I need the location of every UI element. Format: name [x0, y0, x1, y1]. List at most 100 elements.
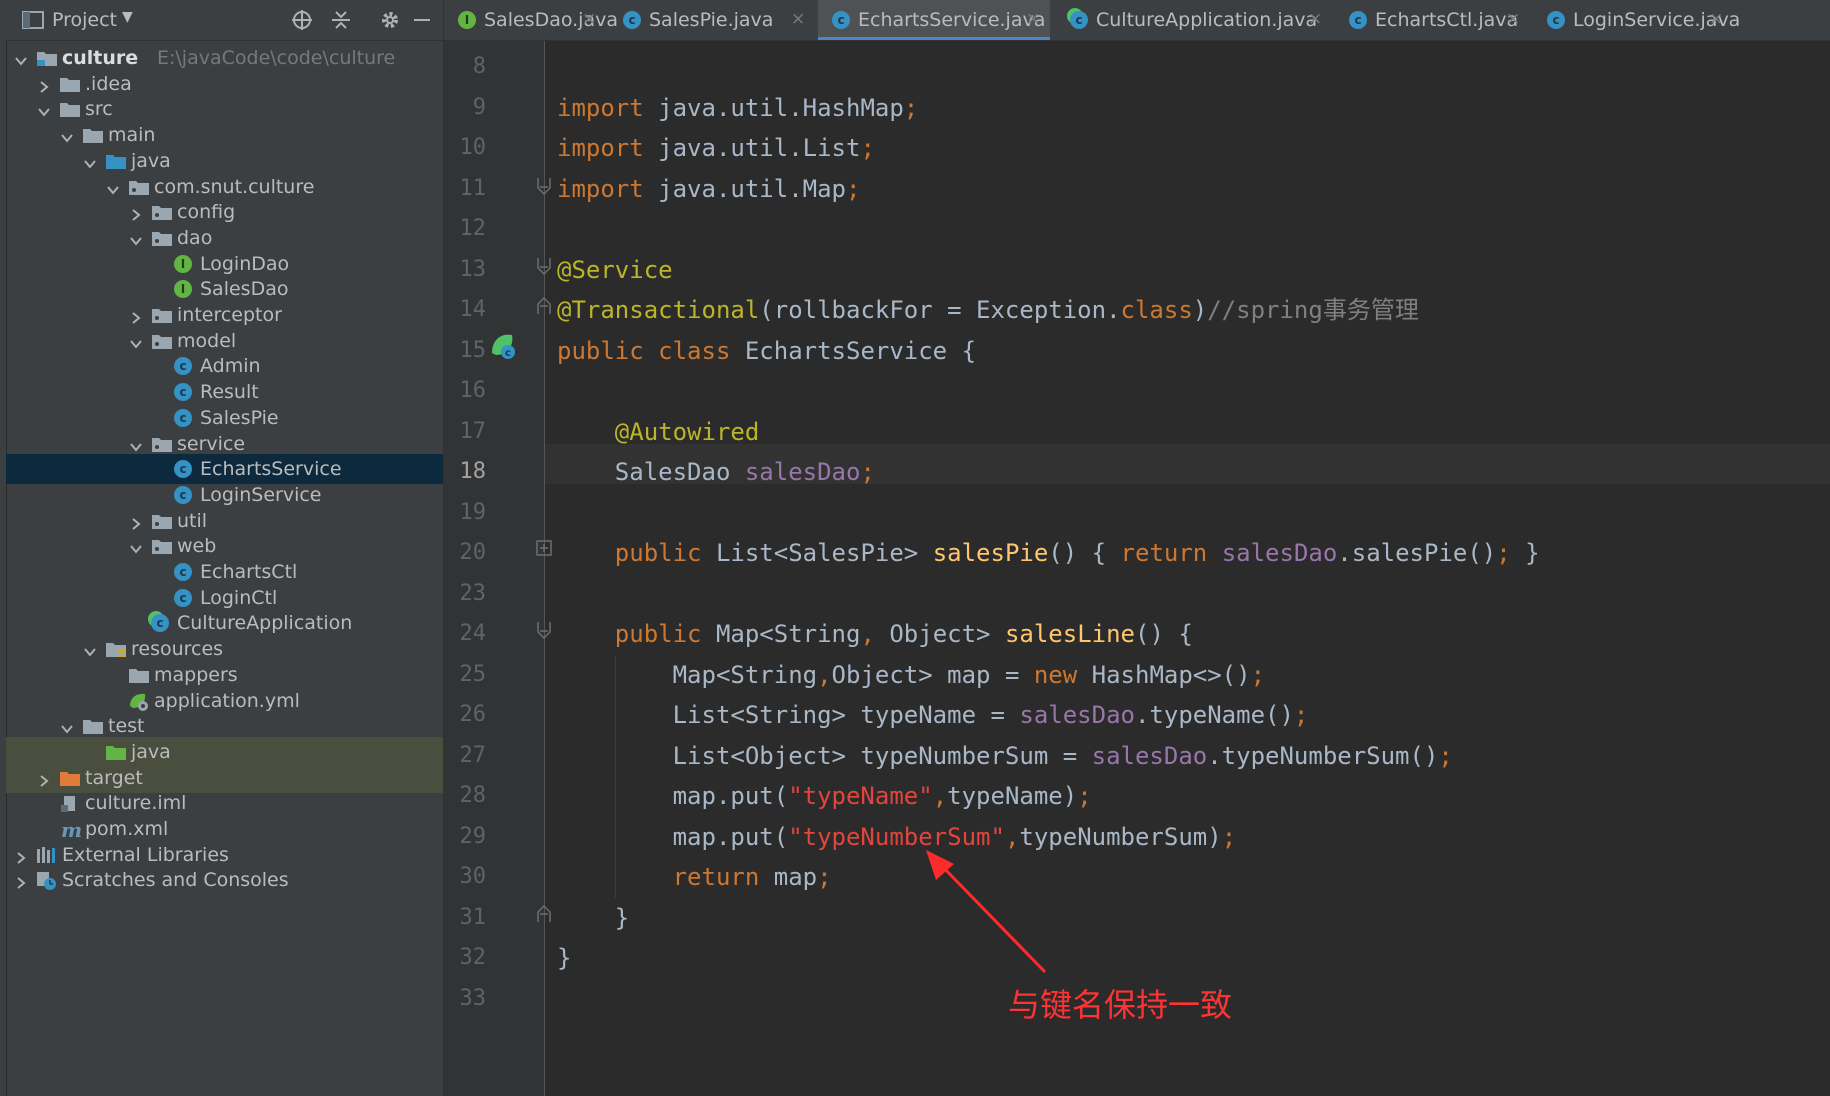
code-line[interactable]: SalesDao salesDao;: [557, 457, 875, 487]
editor-tab[interactable]: c EchartsCtl.java ×: [1335, 0, 1530, 40]
close-tab-icon[interactable]: ×: [1709, 9, 1723, 29]
line-number: 11: [459, 175, 487, 201]
close-tab-icon[interactable]: ×: [1026, 9, 1040, 29]
code-token: @Autowired: [614, 417, 760, 446]
chevron-right-icon[interactable]: [14, 848, 28, 864]
code-line[interactable]: }: [557, 903, 629, 933]
fold-marker-icon[interactable]: [536, 296, 552, 316]
code-token: Map<String: [715, 620, 861, 648]
class-icon: c: [174, 485, 192, 504]
fold-marker-icon[interactable]: [536, 620, 552, 640]
fold-marker-icon[interactable]: [536, 256, 552, 276]
folder-icon: [59, 100, 80, 118]
line-number: 15: [459, 337, 487, 363]
chevron-down-icon[interactable]: [60, 719, 74, 734]
chevron-down-icon[interactable]: [83, 642, 97, 657]
gear-icon[interactable]: [378, 8, 402, 32]
package-icon: [151, 203, 172, 221]
code-line[interactable]: }: [557, 943, 571, 973]
locate-file-icon[interactable]: [290, 8, 314, 32]
chevron-down-icon[interactable]: [14, 51, 28, 66]
code-line[interactable]: List<Object> typeNumberSum = salesDao.ty…: [557, 741, 1453, 771]
package-icon: [151, 229, 172, 247]
line-number: 20: [459, 540, 487, 565]
code-token: import: [557, 134, 659, 162]
class-icon: c: [174, 563, 192, 581]
close-tab-icon[interactable]: ×: [791, 9, 805, 29]
chevron-right-icon[interactable]: [37, 771, 51, 787]
code-line[interactable]: import java.util.List;: [557, 133, 875, 163]
tree-item-label: dao: [177, 226, 213, 249]
line-number: 27: [459, 742, 487, 768]
code-token: map.put(: [557, 822, 789, 851]
code-line[interactable]: map.put("typeName",typeName);: [557, 781, 1092, 811]
chevron-down-icon[interactable]: [129, 539, 143, 554]
code-line[interactable]: import java.util.Map;: [557, 174, 860, 204]
chevron-right-icon[interactable]: [14, 873, 28, 890]
code-token: typeName): [947, 782, 1078, 810]
code-token: ,: [860, 620, 890, 648]
line-number: 10: [459, 135, 487, 160]
code-line[interactable]: @Service: [557, 255, 673, 285]
fold-marker-icon[interactable]: [536, 176, 552, 196]
project-tool-window: Project ▼ culture E:\javaCode\code\cultur…: [0, 0, 444, 1096]
code-line[interactable]: public class EchartsService {: [557, 336, 976, 366]
chevron-down-icon[interactable]: [106, 180, 120, 195]
code-line[interactable]: map.put("typeNumberSum",typeNumberSum);: [557, 822, 1237, 852]
code-token: HashMap<>(): [1091, 660, 1251, 689]
spring-bean-gutter-icon[interactable]: c: [488, 331, 518, 361]
editor-tab[interactable]: c CultureApplication.java ×: [1056, 0, 1332, 40]
chevron-down-icon[interactable]: [129, 231, 143, 246]
chevron-down-icon[interactable]: [37, 102, 51, 117]
code-token: @Service: [557, 255, 673, 284]
chevron-down-icon[interactable]: [129, 334, 143, 349]
code-line[interactable]: Map<String,Object> map = new HashMap<>()…: [557, 660, 1265, 690]
chevron-down-icon[interactable]: [60, 128, 74, 143]
editor-tab[interactable]: c EchartsService.java ×: [818, 0, 1050, 40]
editor-tab[interactable]: c SalesPie.java ×: [609, 0, 815, 40]
chevron-down-icon[interactable]: [83, 154, 97, 169]
view-dropdown-icon[interactable]: ▼: [122, 9, 133, 25]
code-token: typeNumberSum): [1019, 822, 1222, 851]
chevron-right-icon[interactable]: [129, 308, 143, 324]
project-panel-title[interactable]: Project: [52, 9, 117, 31]
code-token: .typeNumberSum(): [1207, 741, 1439, 770]
line-number: 30: [459, 864, 487, 889]
tree-item[interactable]: Scratches and Consoles: [6, 865, 443, 895]
editor-tab[interactable]: I SalesDao.java ×: [444, 0, 618, 40]
chevron-down-icon[interactable]: [129, 437, 143, 452]
interface-icon: I: [174, 280, 192, 299]
chevron-right-icon[interactable]: [37, 77, 51, 93]
code-token: import: [557, 174, 659, 203]
hide-panel-icon[interactable]: [410, 8, 434, 32]
code-token: List<SalesPie>: [715, 539, 933, 567]
code-token: Object>: [889, 620, 1005, 648]
tree-item-label: LoginDao: [200, 252, 290, 275]
chevron-right-icon[interactable]: [129, 514, 143, 530]
fold-marker-icon[interactable]: [536, 904, 552, 924]
code-token: java.util.Map: [658, 174, 846, 203]
expand-fold-icon[interactable]: [536, 540, 552, 556]
chevron-right-icon[interactable]: [129, 205, 143, 221]
code-line[interactable]: @Transactional(rollbackFor = Exception.c…: [557, 295, 1419, 325]
code-token: Map<String: [557, 660, 818, 689]
line-number: 31: [459, 904, 487, 930]
code-line[interactable]: import java.util.HashMap;: [557, 93, 918, 123]
close-tab-icon[interactable]: ×: [582, 9, 596, 29]
code-line[interactable]: public Map<String, Object> salesLine() {: [557, 619, 1193, 649]
code-line[interactable]: List<String> typeName = salesDao.typeNam…: [557, 700, 1309, 730]
package-icon: [151, 332, 172, 350]
editor-tab[interactable]: c LoginService.java ×: [1533, 0, 1740, 40]
code-line[interactable]: return map;: [557, 862, 832, 892]
spring-boot-class-icon: c: [1070, 11, 1088, 29]
tab-label: EchartsCtl.java: [1375, 9, 1519, 31]
code-token: ;: [860, 134, 875, 162]
code-token: List<Object> typeNumberSum =: [557, 741, 1092, 770]
tree-item-label: culture.iml: [85, 792, 187, 815]
close-tab-icon[interactable]: ×: [1308, 9, 1322, 29]
code-line[interactable]: @Autowired: [557, 417, 760, 447]
code-line[interactable]: public List<SalesPie> salesPie() { retur…: [557, 538, 1540, 568]
collapse-all-icon[interactable]: [329, 8, 353, 32]
close-tab-icon[interactable]: ×: [1506, 9, 1520, 29]
